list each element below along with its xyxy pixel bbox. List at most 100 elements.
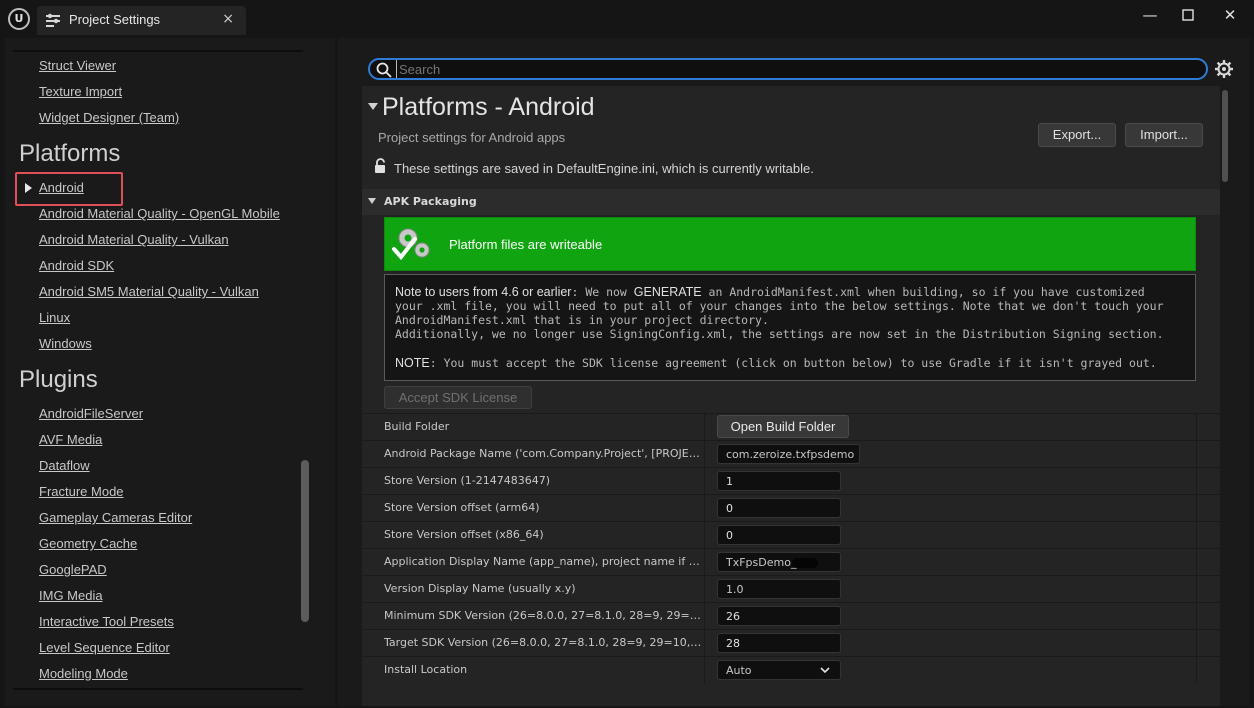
note-strong: NOTE <box>395 356 430 370</box>
setting-row-version-display-name: Version Display Name (usually x.y) 1.0 <box>362 575 1220 603</box>
tab-project-settings[interactable]: Project Settings × <box>37 6 246 35</box>
min-sdk-field[interactable]: 26 <box>717 606 841 626</box>
row-label: Build Folder <box>384 420 450 433</box>
row-divider <box>704 603 705 630</box>
row-divider <box>1196 468 1197 495</box>
row-label: Store Version offset (arm64) <box>384 501 540 514</box>
sidebar-item-struct-viewer[interactable]: Struct Viewer <box>39 58 116 73</box>
collapse-arrow-icon[interactable] <box>368 198 376 204</box>
install-location-value: Auto <box>726 664 752 677</box>
redacted-mark <box>792 558 819 568</box>
search-box[interactable] <box>368 58 1208 80</box>
sidebar-item-img-media[interactable]: IMG Media <box>39 588 103 603</box>
sidebar-item-geometry-cache[interactable]: Geometry Cache <box>39 536 137 551</box>
close-tab-icon[interactable]: × <box>222 11 234 27</box>
row-divider <box>704 495 705 522</box>
open-build-folder-button[interactable]: Open Build Folder <box>717 415 849 438</box>
row-divider <box>1196 603 1197 630</box>
gear-icon[interactable] <box>1214 59 1234 79</box>
manifest-note: Note to users from 4.6 or earlier: We no… <box>384 274 1196 381</box>
details-panel: Platforms - Android Project settings for… <box>362 86 1220 706</box>
row-label: Store Version (1-2147483647) <box>384 474 551 487</box>
platform-files-banner: Platform files are writeable <box>384 217 1196 271</box>
row-divider <box>704 630 705 657</box>
sidebar-item-gameplay-cameras-editor[interactable]: Gameplay Cameras Editor <box>39 510 192 525</box>
install-location-dropdown[interactable]: Auto <box>717 660 841 680</box>
version-display-name-field[interactable]: 1.0 <box>717 579 841 599</box>
sidebar-item-android-sm5-vulkan[interactable]: Android SM5 Material Quality - Vulkan <box>39 284 259 299</box>
row-label: Install Location <box>384 663 468 676</box>
store-version-arm64-field[interactable]: 0 <box>717 498 841 518</box>
expand-arrow-icon[interactable] <box>25 183 32 193</box>
sidebar-item-texture-import[interactable]: Texture Import <box>39 84 122 99</box>
note-text: : You must accept the SDK license agreem… <box>429 356 1157 370</box>
note-strong: Note to users from 4.6 or earlier <box>395 285 572 299</box>
row-divider <box>1196 630 1197 657</box>
sidebar-item-dataflow[interactable]: Dataflow <box>39 458 90 473</box>
sidebar-item-windows[interactable]: Windows <box>39 336 92 351</box>
sidebar-item-avf-media[interactable]: AVF Media <box>39 432 102 447</box>
minimize-button[interactable]: — <box>1139 6 1161 26</box>
collapse-arrow-icon[interactable] <box>368 103 378 110</box>
page-description: Project settings for Android apps <box>378 130 566 145</box>
setting-row-store-version: Store Version (1-2147483647) 1 <box>362 467 1220 495</box>
sidebar-item-googlepad[interactable]: GooglePAD <box>39 562 107 577</box>
sidebar-item-modeling-mode[interactable]: Modeling Mode <box>39 666 128 681</box>
section-header-apk-packaging[interactable]: APK Packaging <box>362 189 1220 215</box>
row-label: Android Package Name ('com.Company.Proje… <box>384 447 704 460</box>
unreal-logo-icon[interactable]: U <box>8 8 30 30</box>
sidebar-item-linux[interactable]: Linux <box>39 310 70 325</box>
note-line-3: AndroidManifest.xml that is in your proj… <box>395 313 769 327</box>
sidebar-item-fracture-mode[interactable]: Fracture Mode <box>39 484 124 499</box>
row-divider <box>704 522 705 549</box>
note-text: an AndroidManifest.xml when building, so… <box>701 285 1145 299</box>
app-display-name-field[interactable]: TxFpsDemo_ <box>717 552 841 572</box>
row-divider <box>704 657 705 684</box>
note-line-5: NOTE: You must accept the SDK license ag… <box>395 356 1185 370</box>
settings-sliders-icon <box>46 13 60 27</box>
sidebar-item-android[interactable]: Android <box>39 180 84 195</box>
setting-row-app-display-name: Application Display Name (app_name), pro… <box>362 548 1220 576</box>
sidebar-item-android-sdk[interactable]: Android SDK <box>39 258 114 273</box>
store-version-x86-field[interactable]: 0 <box>717 525 841 545</box>
import-button[interactable]: Import... <box>1125 123 1203 147</box>
details-scrollbar[interactable] <box>1222 90 1228 182</box>
search-input[interactable] <box>396 60 1196 78</box>
unlocked-icon <box>375 158 385 173</box>
accept-sdk-license-button[interactable]: Accept SDK License <box>384 386 532 409</box>
note-line-4: Additionally, we no longer use SigningCo… <box>395 327 1164 341</box>
setting-row-min-sdk: Minimum SDK Version (26=8.0.0, 27=8.1.0,… <box>362 602 1220 630</box>
row-divider <box>1196 549 1197 576</box>
sidebar-item-androidfileserver[interactable]: AndroidFileServer <box>39 406 143 421</box>
row-divider <box>1196 495 1197 522</box>
page-title: Platforms - Android <box>382 93 595 121</box>
sidebar-item-android-material-vulkan[interactable]: Android Material Quality - Vulkan <box>39 232 229 247</box>
note-line-2: your .xml file, you will need to put all… <box>395 299 1164 313</box>
maximize-button[interactable] <box>1177 6 1199 26</box>
chevron-down-icon <box>820 667 830 674</box>
export-button[interactable]: Export... <box>1038 123 1116 147</box>
row-label: Minimum SDK Version (26=8.0.0, 27=8.1.0,… <box>384 609 704 622</box>
tab-title: Project Settings <box>69 12 161 27</box>
row-divider <box>1196 441 1197 468</box>
close-window-button[interactable]: ✕ <box>1219 6 1241 26</box>
setting-row-store-version-arm64: Store Version offset (arm64) 0 <box>362 494 1220 522</box>
app-display-name-value: TxFpsDemo_ <box>726 556 797 569</box>
row-divider <box>1196 657 1197 684</box>
row-label: Version Display Name (usually x.y) <box>384 582 576 595</box>
row-divider <box>1196 576 1197 603</box>
search-icon <box>376 62 392 78</box>
sidebar-item-android-material-opengl[interactable]: Android Material Quality - OpenGL Mobile <box>39 206 280 221</box>
sidebar-item-interactive-tool-presets[interactable]: Interactive Tool Presets <box>39 614 174 629</box>
store-version-field[interactable]: 1 <box>717 471 841 491</box>
target-sdk-field[interactable]: 28 <box>717 633 841 653</box>
sidebar-item-level-sequence-editor[interactable]: Level Sequence Editor <box>39 640 170 655</box>
row-divider <box>704 441 705 468</box>
row-divider <box>704 549 705 576</box>
note-generate: GENERATE <box>633 285 702 299</box>
package-name-field[interactable]: com.zeroize.txfpsdemo <box>717 444 860 464</box>
section-title: APK Packaging <box>384 195 477 208</box>
sidebar-scrollbar[interactable] <box>301 460 309 622</box>
sidebar-item-widget-designer[interactable]: Widget Designer (Team) <box>39 110 179 125</box>
sidebar-list[interactable]: Struct Viewer Texture Import Widget Desi… <box>13 50 303 690</box>
